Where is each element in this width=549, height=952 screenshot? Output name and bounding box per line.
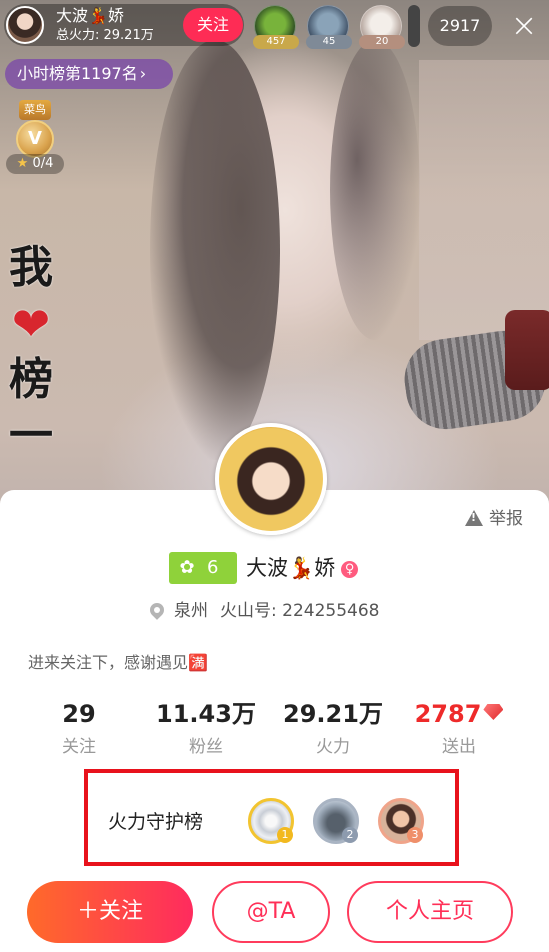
user-level-badge: ✿ 6 [169,552,237,584]
stat-label: 送出 [442,737,476,757]
profile-name: 大波💃娇 [246,556,336,580]
hourly-rank-label: 小时榜第1197名 [17,64,138,83]
rank-badge: 3 [407,827,423,843]
overlay-vertical-text: 我 ❤ 榜 一 [6,240,56,464]
female-icon: ♀ [341,561,359,578]
host-avatar[interactable] [6,6,44,44]
stat-value: 2787 [414,700,482,728]
stat-following[interactable]: 29 关注 [24,697,134,761]
microphone-cap [505,310,549,390]
top-viewer-avatar-partial[interactable] [408,5,420,47]
warning-icon [465,510,483,526]
overlay-char: 榜 [9,354,53,405]
host-total-fire: 总火力: 29.21万 [56,28,154,43]
fan-medal[interactable]: 菜鸟 V ★ 0/4 [6,100,64,174]
stat-value: 11.43万 [156,700,256,728]
streamer-figure-shade [330,40,420,340]
star-icon: ★ [16,156,29,171]
profile-home-button[interactable]: 个人主页 [347,881,513,943]
hourly-rank-pill[interactable]: 小时榜第1197名 › [5,59,173,89]
heart-icon: ❤ [11,297,51,351]
report-label: 举报 [489,509,523,529]
level-number: 6 [207,557,219,578]
stat-value: 29 [62,700,96,728]
top-viewer-avatar[interactable]: 45 [306,5,352,49]
stat-value-row: 2787 [404,697,514,731]
guard-list-title[interactable]: 火力守护榜 [108,808,203,836]
overlay-char: 我 [9,242,53,293]
stat-fire[interactable]: 29.21万 火力 [278,697,388,761]
medal-v-icon: V [16,120,54,158]
gem-icon [483,704,504,720]
profile-avatar[interactable] [215,423,327,535]
rank-badge: 2 [342,827,358,843]
streamer-figure [150,40,280,460]
stat-label: 火力 [316,737,350,757]
location-pin-icon [147,600,167,620]
stat-label: 关注 [62,737,96,757]
guard-avatar[interactable]: 1 [248,798,294,844]
viewer-fire-badge: 20 [359,35,405,49]
overlay-char: 一 [9,410,53,461]
guard-avatar[interactable]: 3 [378,798,424,844]
stat-sent[interactable]: 2787 送出 [404,697,514,761]
background-poster [419,60,549,340]
viewer-count-button[interactable]: 2917 [428,6,492,46]
top-viewer-avatar[interactable]: 457 [253,5,299,49]
stat-fans[interactable]: 11.43万 粉丝 [151,697,261,761]
viewer-fire-badge: 457 [253,35,299,49]
stat-label: 粉丝 [189,737,223,757]
sprout-icon: ✿ [179,557,195,578]
follow-host-button[interactable]: 关注 [183,8,243,42]
live-room-screen: 大波💃娇 总火力: 29.21万 关注 457 45 20 2917 × 小时榜… [0,0,549,952]
chevron-right-icon: › [139,64,147,83]
viewer-fire-badge: 45 [306,35,352,49]
profile-meta: 泉州 火山号: 224255468 [147,598,380,624]
medal-progress-text: 0/4 [32,156,54,171]
rank-badge: 1 [277,827,293,843]
profile-id: 火山号: 224255468 [220,601,380,621]
stat-value: 29.21万 [283,700,383,728]
profile-bio: 进来关注下，感谢遇见🈵 [28,653,208,672]
close-icon[interactable]: × [505,6,543,44]
mention-button[interactable]: @TA [212,881,330,943]
top-viewer-avatar[interactable]: 20 [359,5,405,49]
guard-avatar[interactable]: 2 [313,798,359,844]
host-name: 大波💃娇 [56,6,124,25]
profile-name-row: 大波💃娇 ♀ [246,553,359,583]
report-button[interactable]: 举报 [465,507,523,531]
medal-progress: ★ 0/4 [6,154,64,174]
medal-ribbon: 菜鸟 [19,100,51,120]
follow-button[interactable]: ＋关注 [27,881,193,943]
profile-city: 泉州 [174,601,208,621]
